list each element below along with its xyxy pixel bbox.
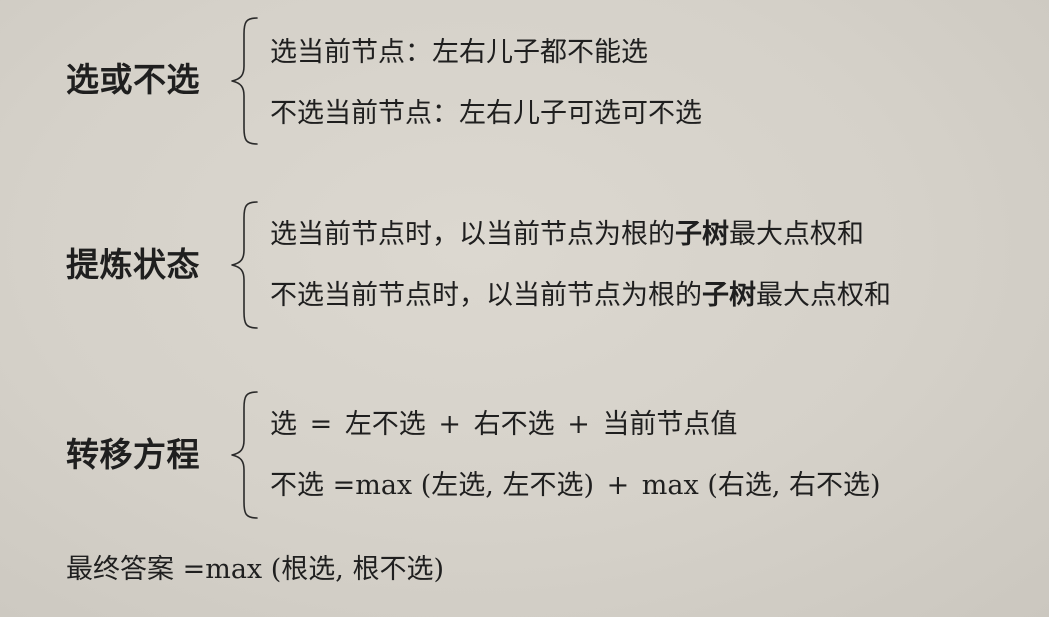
final-eq: =max [182,554,263,585]
section-title: 转移方程 [66,435,200,474]
eq-term: (右选, 右不选) [707,470,881,501]
eq-term: max [641,470,699,501]
eq-lhs: 选 [270,409,297,440]
plus-sign: + [606,470,630,501]
eq-lhs: 不选 [270,470,324,501]
section-choose-or-not: 选或不选 选当前节点：左右儿子都不能选 不选当前节点：左右儿子可选可不选 [0,16,1049,146]
curly-brace-icon [231,17,258,145]
equation-line: 选 = 左不选 + 右不选 + 当前节点值 [270,411,737,438]
state-text: 最大点权和 [756,280,891,311]
curly-brace-icon [231,391,258,519]
section-title: 提炼状态 [66,245,200,284]
rule-line: 不选当前节点：左右儿子可选可不选 [270,98,702,129]
eq-term: 右不选 [473,409,555,440]
curly-brace-icon [231,201,258,329]
state-text: 选当前节点时，以当前节点为根的 [270,219,675,250]
final-label: 最终答案 [66,554,174,585]
equation-line: 不选 =max (左选, 左不选) + max (右选, 右不选) [270,472,881,499]
state-keyword: 子树 [675,219,729,250]
section-transition-equation: 转移方程 选 = 左不选 + 右不选 + 当前节点值 不选 =max (左选, … [0,390,1049,520]
eq-term: 左不选 [344,409,426,440]
section-title: 选或不选 [66,60,200,99]
eq-sign: = [309,409,333,440]
state-text: 最大点权和 [729,219,864,250]
section-extract-state: 提炼状态 选当前节点时，以当前节点为根的子树最大点权和 不选当前节点时，以当前节… [0,200,1049,330]
state-line: 选当前节点时，以当前节点为根的子树最大点权和 [270,221,864,248]
state-keyword: 子树 [702,280,756,311]
final-rhs: (根选, 根不选) [270,554,444,585]
plus-sign: + [438,409,462,440]
eq-term: 当前节点值 [602,409,738,440]
final-answer: 最终答案 =max (根选, 根不选) [66,556,444,583]
state-text: 不选当前节点时，以当前节点为根的 [270,280,702,311]
eq-sign: =max [332,470,413,501]
plus-sign: + [567,409,590,440]
state-line: 不选当前节点时，以当前节点为根的子树最大点权和 [270,282,891,309]
rule-line: 选当前节点：左右儿子都不能选 [270,37,648,68]
eq-term: (左选, 左不选) [420,470,594,501]
